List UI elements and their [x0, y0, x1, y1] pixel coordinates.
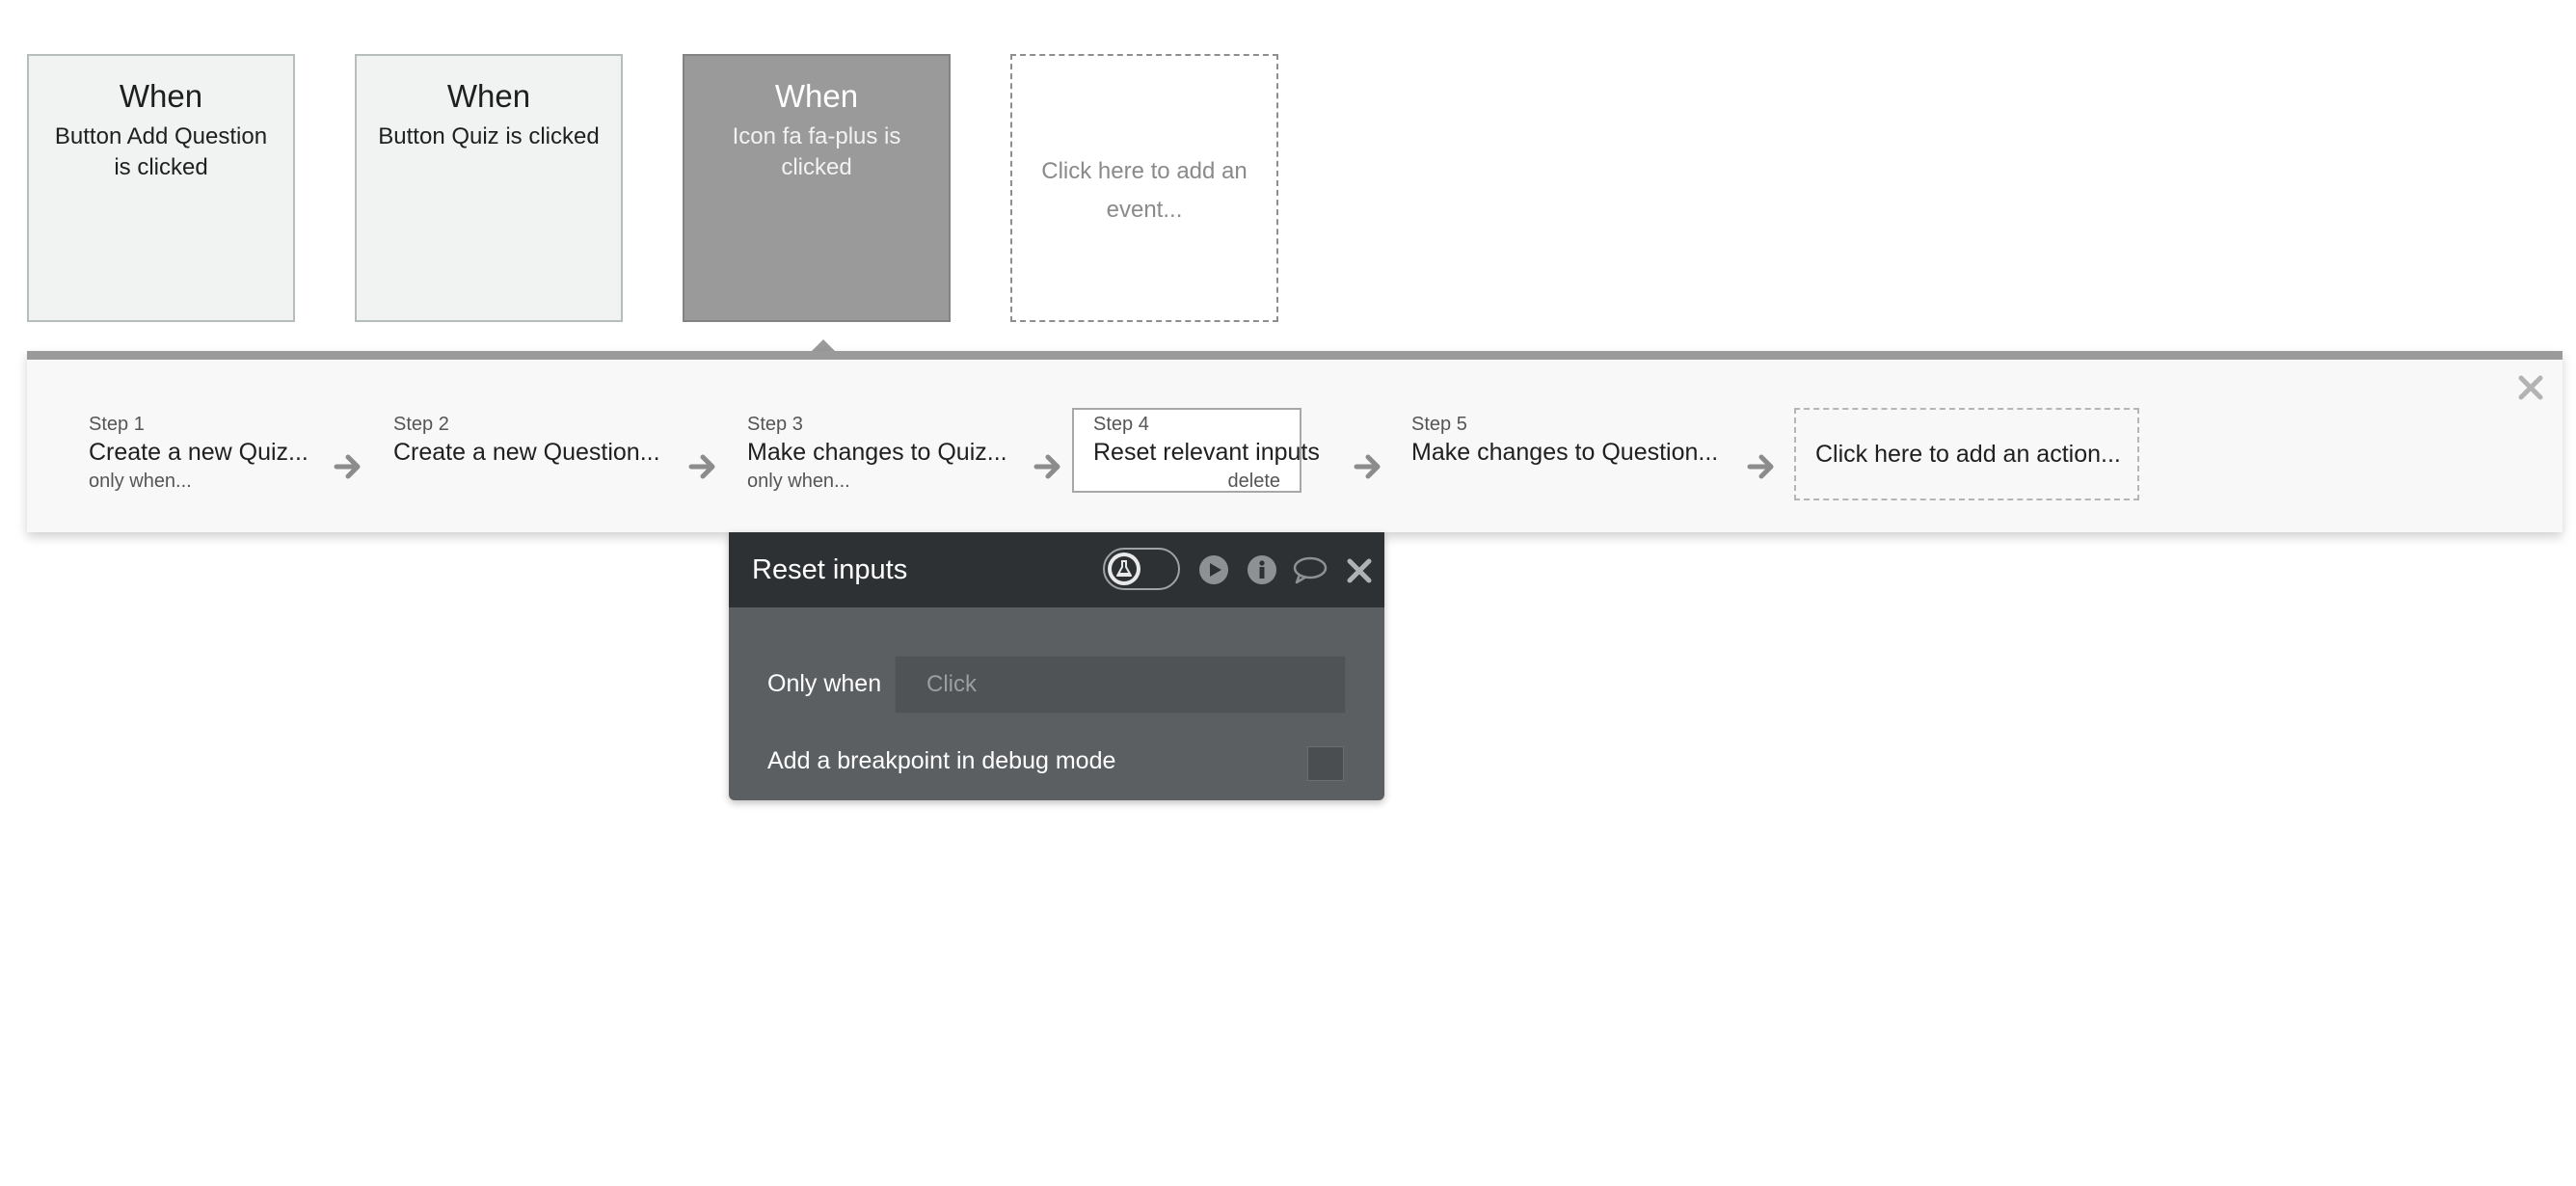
- step-condition: only when...: [747, 471, 850, 492]
- info-icon[interactable]: [1246, 553, 1278, 586]
- add-event-label: Click here to add an event...: [1041, 158, 1248, 223]
- step-number: Step 1: [89, 414, 145, 435]
- event-description: Icon fa fa-plus is clicked: [732, 123, 901, 180]
- event-card-add-question[interactable]: When Button Add Question is clicked: [27, 54, 295, 322]
- panel-header: Reset inputs: [729, 532, 1384, 607]
- arrow-right-icon: [1354, 454, 1381, 479]
- step-1[interactable]: Step 1 Create a new Quiz... only when...: [89, 413, 309, 494]
- play-icon[interactable]: [1197, 553, 1230, 586]
- step-number: Step 3: [747, 414, 803, 435]
- step-5[interactable]: Step 5 Make changes to Question...: [1411, 413, 1718, 469]
- event-when-label: When: [446, 78, 531, 114]
- panel-title: Reset inputs: [752, 554, 908, 585]
- delete-step-link[interactable]: delete: [1093, 469, 1281, 494]
- debug-toggle[interactable]: [1103, 548, 1180, 590]
- step-number: Step 5: [1411, 414, 1467, 435]
- step-title: Create a new Question...: [393, 439, 660, 466]
- action-properties-panel: Reset inputs Only when Click Add a break…: [729, 532, 1384, 800]
- arrow-right-icon: [334, 454, 361, 479]
- event-description: Button Add Question is clicked: [54, 123, 268, 180]
- workflow-editor: When Button Add Question is clicked When…: [0, 0, 2576, 1186]
- event-card-icon-plus[interactable]: When Icon fa fa-plus is clicked: [683, 54, 951, 322]
- close-icon[interactable]: [2516, 373, 2545, 402]
- toggle-knob: [1108, 553, 1140, 585]
- only-when-input[interactable]: Click: [895, 656, 1346, 714]
- arrow-right-icon: [1747, 454, 1774, 479]
- flask-icon: [1112, 556, 1137, 581]
- breakpoint-checkbox[interactable]: [1307, 746, 1344, 781]
- step-title: Create a new Quiz...: [89, 439, 309, 466]
- breakpoint-label: Add a breakpoint in debug mode: [767, 747, 1116, 774]
- arrow-right-icon: [1033, 454, 1060, 479]
- step-number: Step 2: [393, 414, 449, 435]
- close-icon[interactable]: [1346, 553, 1373, 586]
- event-card-quiz[interactable]: When Button Quiz is clicked: [355, 54, 623, 322]
- add-action-button[interactable]: Click here to add an action...: [1794, 408, 2139, 500]
- event-when-label: When: [774, 78, 859, 114]
- step-condition: only when...: [89, 471, 192, 492]
- arrow-right-icon: [688, 454, 715, 479]
- step-title: Make changes to Question...: [1411, 439, 1719, 466]
- event-description: Button Quiz is clicked: [378, 123, 600, 149]
- step-number: Step 4: [1093, 414, 1149, 435]
- step-2[interactable]: Step 2 Create a new Question...: [393, 413, 660, 469]
- comment-icon[interactable]: [1292, 553, 1328, 586]
- step-title: Make changes to Quiz...: [747, 439, 1007, 466]
- actions-bar: Step 1 Create a new Quiz... only when...…: [27, 351, 2563, 532]
- only-when-label: Only when: [767, 670, 882, 697]
- event-when-label: When: [119, 78, 203, 114]
- add-event-card[interactable]: Click here to add an event...: [1010, 54, 1278, 322]
- step-3[interactable]: Step 3 Make changes to Quiz... only when…: [747, 413, 1007, 494]
- step-4[interactable]: Step 4 Reset relevant inputs delete: [1072, 408, 1320, 494]
- step-title: Reset relevant inputs: [1093, 439, 1320, 466]
- only-when-placeholder: Click: [926, 671, 977, 697]
